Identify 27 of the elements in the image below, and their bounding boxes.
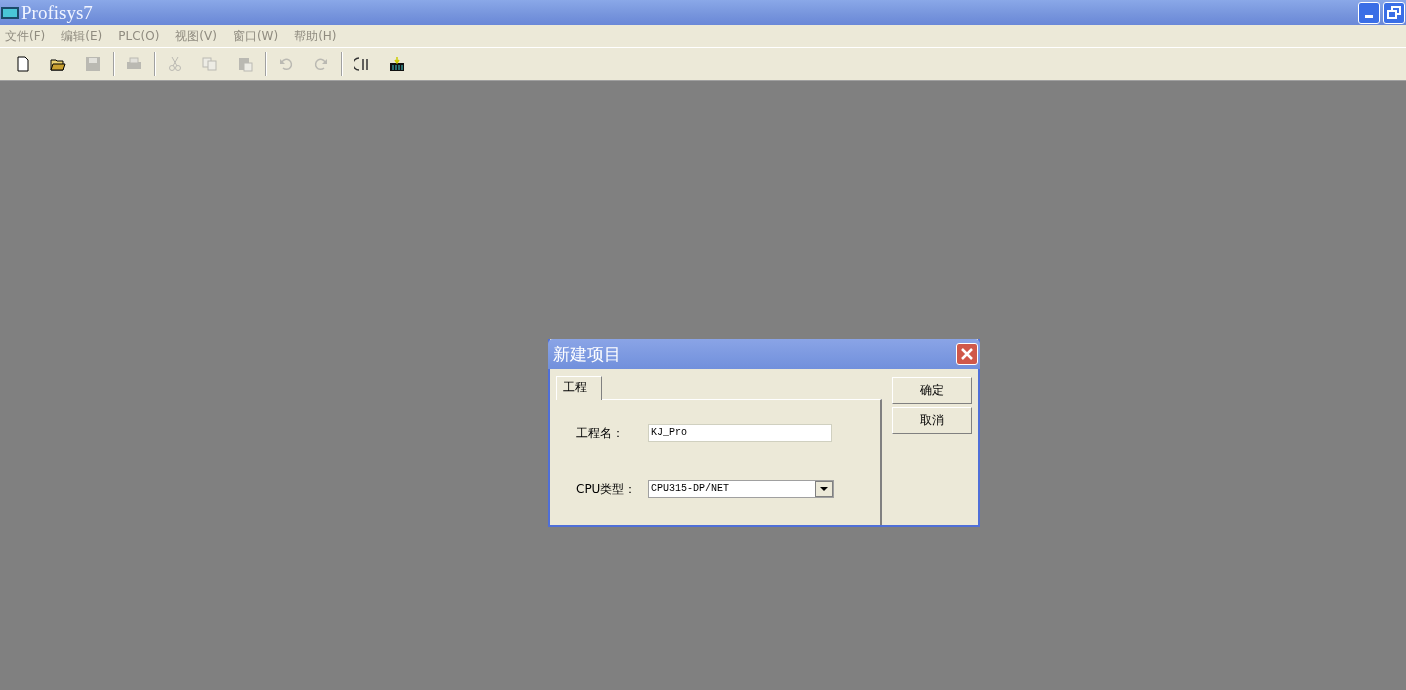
input-field[interactable]: KJ_Pro bbox=[648, 424, 832, 442]
dialog-button[interactable]: 确定 bbox=[892, 377, 972, 404]
bracket-bars-icon bbox=[354, 56, 370, 72]
close-button[interactable] bbox=[956, 343, 978, 365]
dropdown[interactable]: CPU315-DP/NET bbox=[648, 480, 834, 498]
window-title: Profisys7 bbox=[21, 1, 94, 24]
copy-icon bbox=[202, 56, 218, 72]
new-file-icon bbox=[15, 56, 31, 72]
save-icon bbox=[85, 56, 101, 72]
undo-icon bbox=[278, 56, 294, 72]
printer-icon bbox=[126, 56, 142, 72]
cut-icon bbox=[167, 56, 183, 72]
open-folder-icon bbox=[50, 56, 66, 72]
paste-icon bbox=[237, 56, 253, 72]
restore-button[interactable] bbox=[1383, 1, 1405, 24]
minimize-icon bbox=[1365, 15, 1373, 18]
redo-icon bbox=[313, 56, 329, 72]
dialog-button[interactable]: 取消 bbox=[892, 407, 972, 434]
tab[interactable]: 工程 bbox=[556, 376, 602, 400]
close-icon bbox=[960, 347, 974, 361]
download-icon bbox=[389, 56, 405, 72]
restore-icon bbox=[1387, 5, 1401, 20]
dialog-title: 新建项目 bbox=[553, 342, 621, 366]
minimize-button[interactable] bbox=[1358, 1, 1380, 24]
field-label: 工程名： bbox=[576, 424, 625, 442]
field-label: CPU类型： bbox=[576, 480, 638, 498]
app-logo-icon bbox=[1, 5, 19, 20]
